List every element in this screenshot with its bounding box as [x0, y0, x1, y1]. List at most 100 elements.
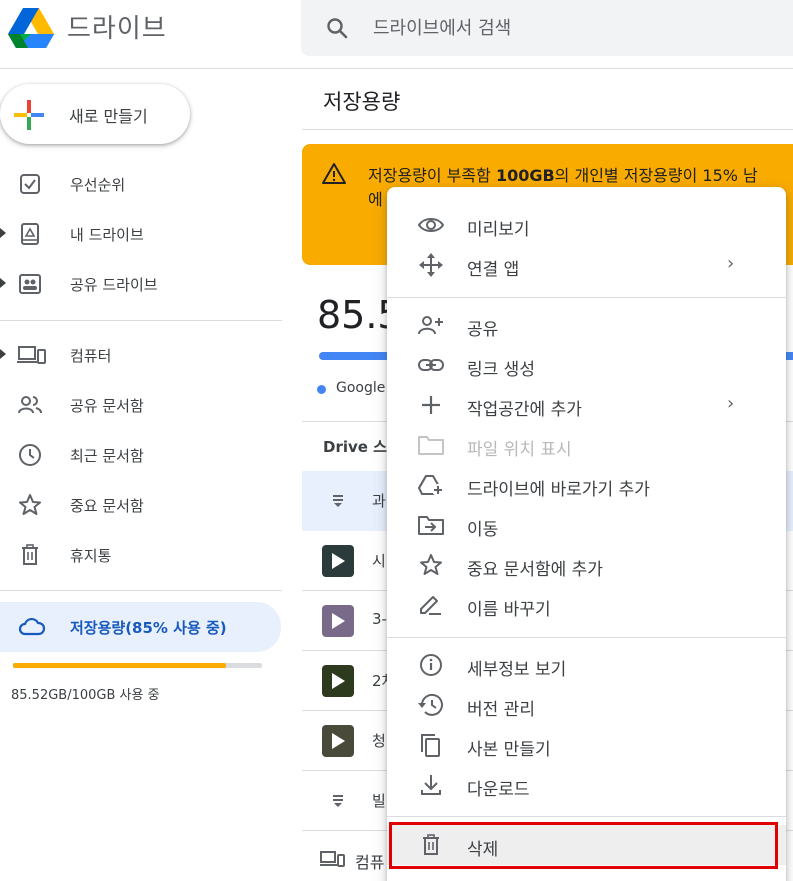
doc-icon [332, 493, 344, 507]
menu-item-show-file-location: 파일 위치 표시 [387, 425, 786, 465]
plus-icon [14, 100, 44, 130]
search-icon[interactable] [325, 16, 349, 40]
menu-item-label: 이름 바꾸기 [467, 600, 551, 620]
legend-label: Google [336, 380, 386, 396]
new-button-label: 새로 만들기 [69, 107, 148, 126]
sidebar-divider [0, 590, 282, 591]
chevron-right-icon: › [727, 393, 735, 414]
sidebar-item-starred[interactable]: 중요 문서함 [0, 485, 290, 525]
download-icon [417, 773, 445, 797]
menu-item-label: 버전 관리 [467, 700, 535, 720]
menu-item-label: 공유 [467, 320, 499, 340]
cloud-icon [17, 615, 46, 639]
storage-label: 저장용량(85% 사용 중) [70, 619, 227, 637]
menu-item-move[interactable]: 이동 [387, 505, 786, 545]
page-title: 저장용량 [323, 90, 401, 114]
video-thumbnail [322, 725, 354, 757]
highlight-box [389, 822, 778, 869]
expand-caret-icon[interactable] [0, 278, 6, 288]
menu-item-preview[interactable]: 미리보기 [387, 205, 786, 245]
sidebar-item-label: 컴퓨터 [70, 347, 112, 365]
link-icon [417, 353, 445, 377]
storage-quota-fill [13, 663, 226, 668]
menu-item-add-to-workspace[interactable]: 작업공간에 추가 › [387, 385, 786, 425]
sidebar-item-computers[interactable]: 컴퓨터 [0, 335, 290, 375]
menu-item-label: 세부정보 보기 [467, 660, 567, 680]
sidebar-item-trash[interactable]: 휴지통 [0, 535, 290, 575]
new-button[interactable]: 새로 만들기 [0, 84, 190, 144]
sidebar-item-label: 최근 문서함 [70, 447, 144, 465]
people-icon [17, 393, 43, 417]
expand-caret-icon[interactable] [0, 228, 6, 238]
sidebar-item-label: 휴지통 [70, 547, 112, 565]
move-arrows-icon [417, 253, 445, 277]
drive-logo[interactable] [8, 6, 54, 50]
context-menu: 미리보기 연결 앱 › 공유 링크 생성 작업공간에 추가 › 파일 위치 표시… [387, 187, 786, 881]
clock-icon [17, 443, 43, 467]
eye-icon [417, 213, 445, 237]
plus-icon [417, 393, 445, 417]
file-name: 과 [372, 492, 386, 510]
sidebar-item-storage[interactable]: 저장용량(85% 사용 중) [0, 602, 281, 652]
video-thumbnail [322, 665, 354, 697]
menu-item-open-with[interactable]: 연결 앱 › [387, 245, 786, 285]
priority-check-icon [17, 172, 43, 196]
menu-separator [387, 297, 786, 298]
computer-row-label: 컴퓨 [355, 853, 385, 872]
menu-item-add-shortcut[interactable]: 드라이브에 바로가기 추가 [387, 465, 786, 505]
doc-icon [332, 793, 344, 807]
menu-item-get-link[interactable]: 링크 생성 [387, 345, 786, 385]
video-thumbnail [322, 545, 354, 577]
pencil-icon [417, 593, 445, 617]
menu-item-label: 링크 생성 [467, 360, 535, 380]
sidebar-item-label: 공유 드라이브 [70, 276, 158, 294]
person-add-icon [417, 313, 445, 337]
warning-text: 저장용량이 부족함 100GB의 개인별 저장용량이 15% 남 [368, 166, 758, 185]
menu-item-label: 미리보기 [467, 220, 530, 240]
sidebar-item-label: 중요 문서함 [70, 497, 144, 515]
file-name: 빌 [372, 792, 386, 810]
menu-separator [387, 816, 786, 817]
expand-caret-icon[interactable] [0, 349, 6, 359]
sidebar-item-label: 우선순위 [70, 176, 126, 194]
folder-icon [417, 433, 445, 457]
chevron-right-icon: › [727, 253, 735, 274]
play-icon [332, 553, 345, 569]
menu-item-versions[interactable]: 버전 관리 [387, 685, 786, 725]
play-icon [332, 733, 345, 749]
shared-drive-icon [17, 272, 43, 296]
menu-item-label: 연결 앱 [467, 260, 520, 280]
menu-item-label: 이동 [467, 520, 499, 540]
star-icon [417, 553, 445, 577]
file-name: 시 [372, 552, 386, 570]
drive-window: { "header": { "app_title": "드라이브", "sear… [0, 0, 793, 881]
file-name: 3- [372, 610, 387, 628]
menu-item-label: 드라이브에 바로가기 추가 [467, 480, 650, 500]
sidebar-item-recent[interactable]: 최근 문서함 [0, 435, 290, 475]
sidebar-item-shared-drive[interactable]: 공유 드라이브 [0, 264, 290, 304]
history-icon [417, 693, 445, 717]
sidebar-item-label: 내 드라이브 [70, 226, 144, 244]
menu-item-rename[interactable]: 이름 바꾸기 [387, 585, 786, 625]
sidebar-item-priority[interactable]: 우선순위 [0, 164, 290, 204]
play-icon [332, 613, 345, 629]
menu-item-make-copy[interactable]: 사본 만들기 [387, 725, 786, 765]
warning-text-line2: 에 [368, 190, 383, 209]
search-bar[interactable]: 드라이브에서 검색 [301, 0, 793, 56]
legend-dot [317, 385, 326, 394]
menu-item-label: 중요 문서함에 추가 [467, 560, 603, 580]
move-to-folder-icon [417, 513, 445, 537]
menu-item-add-starred[interactable]: 중요 문서함에 추가 [387, 545, 786, 585]
menu-item-details[interactable]: 세부정보 보기 [387, 645, 786, 685]
my-drive-icon [17, 222, 43, 246]
sidebar-item-my-drive[interactable]: 내 드라이브 [0, 214, 290, 254]
sidebar-item-shared-with-me[interactable]: 공유 문서함 [0, 385, 290, 425]
drive-shortcut-icon [417, 473, 445, 497]
menu-separator [387, 637, 786, 638]
search-input[interactable]: 드라이브에서 검색 [373, 14, 511, 40]
menu-item-download[interactable]: 다운로드 [387, 765, 786, 805]
app-title: 드라이브 [67, 14, 167, 44]
menu-item-share[interactable]: 공유 [387, 305, 786, 345]
video-thumbnail [322, 605, 354, 637]
menu-item-label: 사본 만들기 [467, 740, 551, 760]
